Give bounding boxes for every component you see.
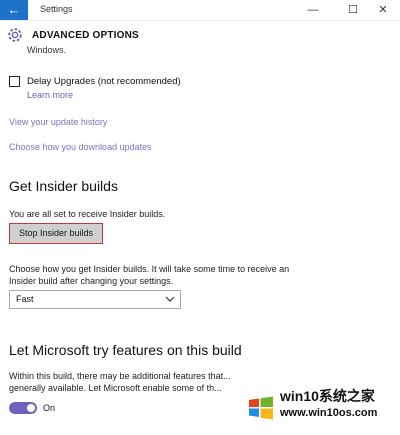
update-history-link[interactable]: View your update history bbox=[9, 117, 107, 127]
features-description: Within this build, there may be addition… bbox=[9, 371, 231, 393]
page-title: ADVANCED OPTIONS bbox=[32, 30, 139, 41]
window-title: Settings bbox=[40, 4, 73, 14]
toggle-label: On bbox=[43, 403, 56, 413]
insider-ring-dropdown[interactable]: Fast bbox=[9, 290, 181, 309]
watermark-title: win10系统之家 bbox=[280, 388, 375, 404]
features-toggle[interactable] bbox=[9, 402, 37, 414]
insider-description: Choose how you get Insider builds. It wi… bbox=[9, 264, 290, 286]
chevron-down-icon bbox=[165, 296, 175, 302]
delay-upgrades-checkbox[interactable] bbox=[9, 76, 20, 87]
windows-logo-icon bbox=[249, 396, 273, 420]
features-heading: Let Microsoft try features on this build bbox=[9, 342, 242, 358]
watermark-url: www.win10os.com bbox=[280, 407, 378, 419]
maximize-icon: ☐ bbox=[348, 4, 358, 16]
download-updates-link[interactable]: Choose how you download updates bbox=[9, 142, 152, 152]
minimize-button[interactable]: — bbox=[296, 0, 330, 20]
title-bar: ← Settings — ☐ ✕ bbox=[0, 0, 400, 21]
insider-heading: Get Insider builds bbox=[9, 178, 118, 194]
minimize-icon: — bbox=[307, 4, 319, 16]
insider-status-text: You are all set to receive Insider build… bbox=[9, 209, 166, 219]
close-icon: ✕ bbox=[378, 4, 388, 16]
toggle-knob bbox=[27, 404, 35, 412]
close-button[interactable]: ✕ bbox=[366, 0, 400, 20]
delay-upgrades-label[interactable]: Delay Upgrades (not recommended) bbox=[27, 76, 181, 87]
back-button[interactable]: ← bbox=[0, 0, 28, 20]
gear-icon bbox=[8, 28, 22, 42]
stop-insider-button[interactable]: Stop Insider builds bbox=[9, 223, 103, 244]
dropdown-value: Fast bbox=[16, 294, 34, 304]
truncated-text: Windows. bbox=[27, 45, 67, 55]
back-arrow-icon: ← bbox=[7, 2, 21, 17]
learn-more-link[interactable]: Learn more bbox=[27, 90, 73, 100]
maximize-button[interactable]: ☐ bbox=[336, 0, 370, 20]
watermark: win10系统之家 www.win10os.com bbox=[240, 380, 400, 435]
